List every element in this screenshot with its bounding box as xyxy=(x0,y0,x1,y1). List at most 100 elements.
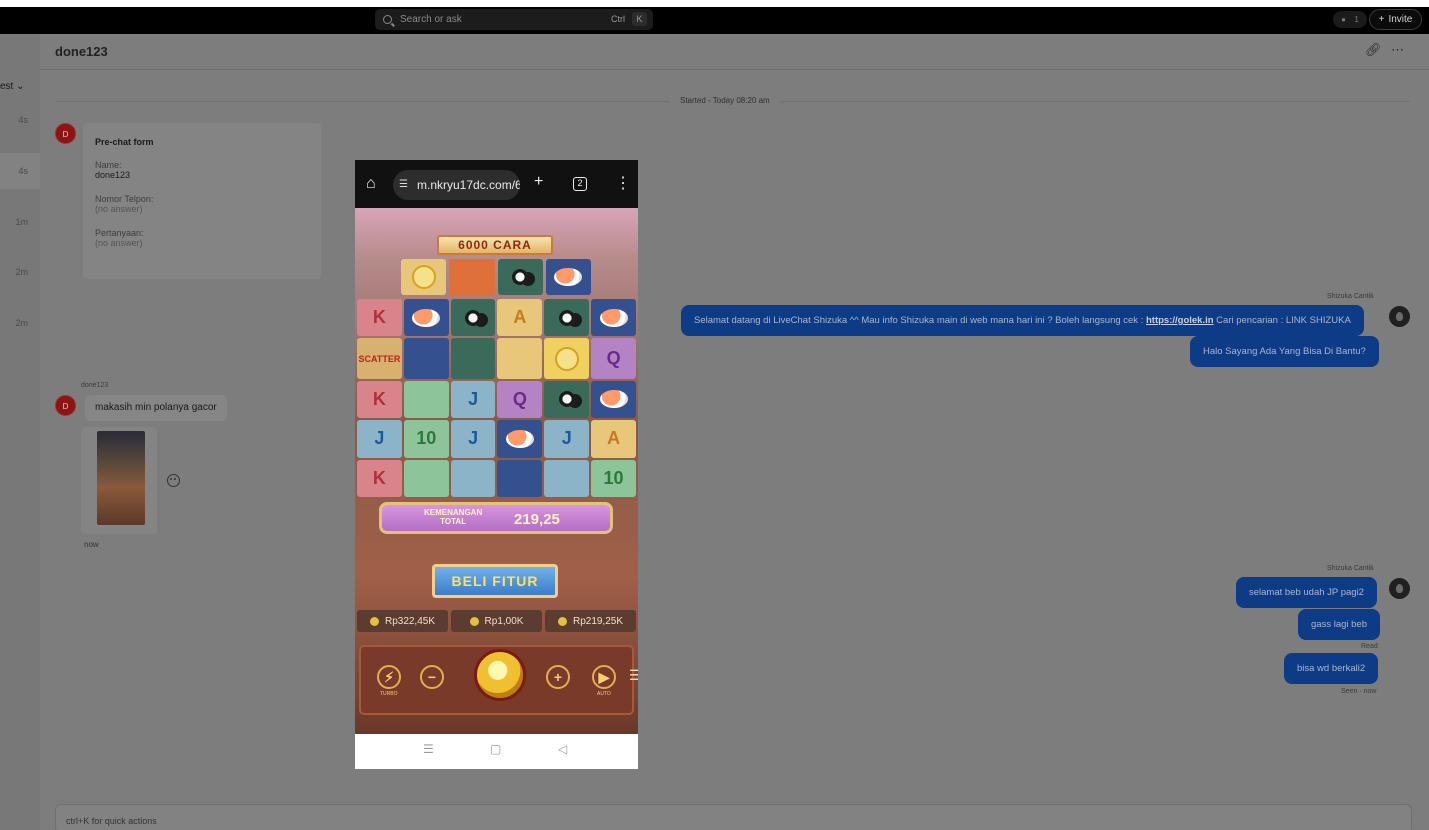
read-status: Read xyxy=(1361,643,1378,650)
presence-indicator[interactable]: ● 1 xyxy=(1333,11,1367,28)
symbol-cell xyxy=(403,299,449,337)
tab-count[interactable]: 2 xyxy=(573,177,587,191)
auto-spin-button[interactable]: ▶︎ xyxy=(592,665,616,689)
search-input[interactable]: Search or ask Ctrl K xyxy=(375,9,653,30)
chat-time: 2m xyxy=(15,318,28,328)
avatar: D xyxy=(55,123,76,144)
symbol-cell: Q xyxy=(497,380,543,419)
bet-display: Rp1,00K xyxy=(451,610,542,632)
symbol-cell: 10 xyxy=(403,420,449,458)
symbol-cell xyxy=(401,259,447,295)
browser-toolbar: ⌂ ☰ m.nkryu17dc.com/6 + 2 ⋮ xyxy=(355,160,638,208)
win-display: Rp219,25K xyxy=(545,610,636,632)
symbol-cell xyxy=(545,259,591,295)
chat-list-item[interactable]: 4s xyxy=(0,153,40,189)
emoji-react-icon[interactable] xyxy=(167,474,180,487)
chat-list-item[interactable]: 1m xyxy=(0,204,40,240)
symbol-cell: J xyxy=(357,420,402,458)
seen-status: Seen · now xyxy=(1341,688,1377,695)
total-win-label-line: TOTAL xyxy=(440,517,467,526)
sender-name: Shizuka Cantik xyxy=(1327,293,1374,300)
chat-list-item[interactable]: 2m xyxy=(0,254,40,290)
agent-avatar xyxy=(1389,578,1410,599)
symbol-cell: J xyxy=(544,420,590,458)
decrease-bet-button[interactable]: − xyxy=(420,665,444,689)
agent-message-text: Cari pencarian : LINK SHIZUKA xyxy=(1213,315,1351,326)
symbol-cell xyxy=(544,299,590,337)
symbol-cell xyxy=(544,338,590,379)
search-placeholder: Search or ask xyxy=(400,14,462,25)
symbol-cell: 10 xyxy=(591,459,636,497)
url-field[interactable]: ☰ m.nkryu17dc.com/6 xyxy=(393,170,520,200)
chat-time: 2m xyxy=(15,267,28,277)
agent-avatar xyxy=(1389,306,1410,327)
symbol-cell xyxy=(450,459,496,497)
top-reel-row xyxy=(401,259,591,295)
recents-icon[interactable]: ☰ xyxy=(423,742,434,756)
balance-row: Rp322,45K Rp1,00K Rp219,25K xyxy=(357,610,636,632)
symbol-cell: A xyxy=(497,299,543,337)
chat-title: done123 xyxy=(55,44,108,59)
chat-list-item[interactable]: 4s xyxy=(0,102,40,138)
menu-icon[interactable]: ⋮ xyxy=(615,173,631,193)
increase-bet-button[interactable]: + xyxy=(546,665,570,689)
plus-icon: + xyxy=(1378,14,1385,25)
top-strip xyxy=(0,0,1429,7)
symbol-cell: K xyxy=(357,380,402,419)
symbol-cell xyxy=(450,338,496,379)
presence-count: 1 xyxy=(1354,15,1359,24)
user-icon: ● xyxy=(1341,15,1347,24)
agent-message-text: Selamat datang di LiveChat Shizuka ^^ Ma… xyxy=(694,315,1146,326)
balance-display: Rp322,45K xyxy=(357,610,448,632)
sort-dropdown[interactable]: est ⌄ xyxy=(0,81,25,92)
chat-list-item[interactable]: 2m xyxy=(0,305,40,341)
turbo-label: TURBO xyxy=(380,691,398,697)
symbol-cell: J xyxy=(450,420,496,458)
home-icon[interactable]: ⌂ xyxy=(366,175,376,193)
shortcut-ctrl: Ctrl xyxy=(611,14,625,24)
message-input[interactable]: ctrl+K for quick actions xyxy=(55,804,1412,830)
site-settings-icon: ☰ xyxy=(399,179,408,190)
game-controls: ⚡︎ TURBO − + ▶︎ AUTO ☰ xyxy=(359,645,638,715)
image-attachment[interactable] xyxy=(81,427,157,534)
agent-message: bisa wd berkali2 xyxy=(1284,653,1379,684)
auto-label: AUTO xyxy=(597,691,611,697)
home-nav-icon[interactable]: ▢ xyxy=(490,742,501,756)
more-icon[interactable]: ⋯ xyxy=(1391,42,1404,58)
chat-time: 4s xyxy=(18,115,28,125)
message-link[interactable]: https://golek.in xyxy=(1146,315,1214,326)
back-icon[interactable]: ◁ xyxy=(558,742,567,756)
game-menu-icon[interactable]: ☰ xyxy=(629,667,638,684)
chat-time: 4s xyxy=(18,166,28,176)
symbol-cell xyxy=(450,299,496,337)
new-tab-icon[interactable]: + xyxy=(534,173,543,191)
symbol-cell xyxy=(497,420,543,458)
chat-panel: done123 🔗︎ ⋯ Started - Today 08:20 am D … xyxy=(40,34,1429,830)
agent-message: Selamat datang di LiveChat Shizuka ^^ Ma… xyxy=(681,305,1364,336)
agent-message: Halo Sayang Ada Yang Bisa Di Bantu? xyxy=(1190,336,1379,367)
chat-time: 1m xyxy=(15,217,28,227)
symbol-cell: J xyxy=(450,380,496,419)
buy-feature-button[interactable]: BELI FITUR xyxy=(432,564,558,598)
coin-icon xyxy=(469,616,479,626)
chat-started-label: Started - Today 08:20 am xyxy=(670,96,780,105)
prechat-title: Pre-chat form xyxy=(95,137,154,147)
symbol-cell xyxy=(403,338,449,379)
bet-value: Rp1,00K xyxy=(484,615,524,627)
prechat-form: Pre-chat form Name: done123 Nomor Telpon… xyxy=(83,123,321,279)
symbol-cell: Q xyxy=(591,338,636,379)
total-win-label-line: KEMENANGAN xyxy=(424,508,483,517)
turbo-button[interactable]: ⚡︎ xyxy=(377,665,401,689)
message-time: now xyxy=(84,540,99,549)
link-icon[interactable]: 🔗︎ xyxy=(1365,42,1382,58)
sort-label: est xyxy=(0,81,14,92)
field-label: Pertanyaan: xyxy=(95,228,144,238)
reel-grid: K A SCATTER Q K J Q J 10 J J A K 10 xyxy=(357,299,636,497)
spin-button[interactable] xyxy=(474,649,526,701)
invite-label: Invite xyxy=(1388,14,1413,25)
symbol-cell xyxy=(403,459,449,497)
total-win-bar: KEMENANGAN TOTAL 219,25 xyxy=(379,502,613,534)
invite-button[interactable]: + Invite xyxy=(1369,9,1422,30)
attachment-thumbnail xyxy=(97,431,145,525)
total-win-label: KEMENANGAN TOTAL xyxy=(424,508,482,526)
